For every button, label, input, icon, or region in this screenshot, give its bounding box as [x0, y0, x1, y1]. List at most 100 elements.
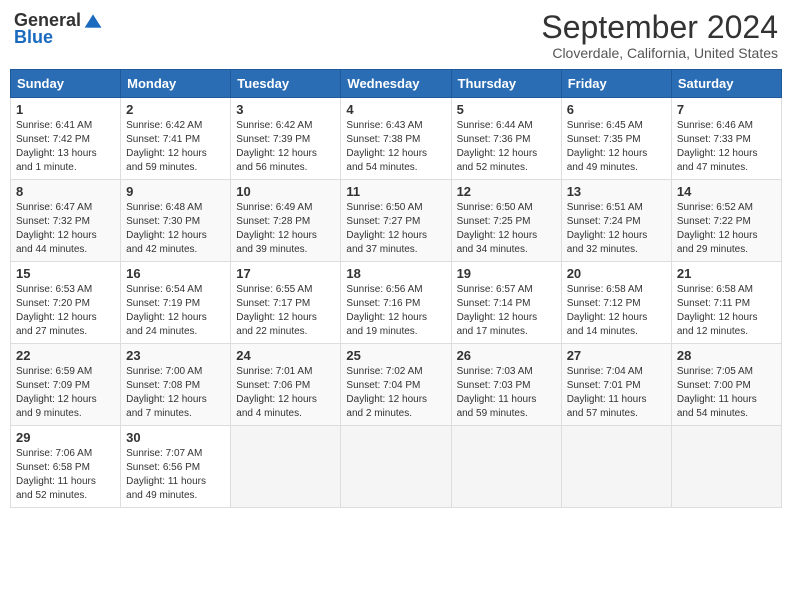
day-info: Sunrise: 6:54 AMSunset: 7:19 PMDaylight:… [126, 283, 225, 339]
day-info: Sunrise: 6:41 AMSunset: 7:42 PMDaylight:… [16, 119, 115, 175]
day-info: Sunrise: 7:01 AMSunset: 7:06 PMDaylight:… [236, 365, 335, 421]
header-saturday: Saturday [671, 70, 781, 98]
day-info: Sunrise: 7:00 AMSunset: 7:08 PMDaylight:… [126, 365, 225, 421]
logo-blue-text: Blue [14, 27, 53, 48]
day-number: 18 [346, 266, 445, 281]
location-text: Cloverdale, California, United States [541, 45, 778, 61]
calendar-cell [341, 426, 451, 508]
header-tuesday: Tuesday [231, 70, 341, 98]
calendar-cell [451, 426, 561, 508]
day-number: 22 [16, 348, 115, 363]
calendar-cell: 27 Sunrise: 7:04 AMSunset: 7:01 PMDayligh… [561, 344, 671, 426]
calendar-cell: 9Sunrise: 6:48 AMSunset: 7:30 PMDaylight… [121, 180, 231, 262]
calendar-cell: 2 Sunrise: 6:42 AMSunset: 7:41 PMDaylight… [121, 98, 231, 180]
calendar-cell: 8 Sunrise: 6:47 AMSunset: 7:32 PMDaylight… [11, 180, 121, 262]
day-number: 2 [126, 102, 225, 117]
day-info: Sunrise: 6:48 AMSunset: 7:30 PMDaylight:… [126, 201, 225, 257]
calendar-table: SundayMondayTuesdayWednesdayThursdayFrid… [10, 69, 782, 508]
day-number: 30 [126, 430, 225, 445]
calendar-cell: 24 Sunrise: 7:01 AMSunset: 7:06 PMDayligh… [231, 344, 341, 426]
day-info: Sunrise: 6:42 AMSunset: 7:39 PMDaylight:… [236, 119, 335, 175]
calendar-cell: 20Sunrise: 6:58 AMSunset: 7:12 PMDayligh… [561, 262, 671, 344]
day-info: Sunrise: 6:50 AMSunset: 7:27 PMDaylight:… [346, 201, 445, 257]
calendar-cell: 18 Sunrise: 6:56 AMSunset: 7:16 PMDayligh… [341, 262, 451, 344]
header-friday: Friday [561, 70, 671, 98]
day-number: 27 [567, 348, 666, 363]
day-info: Sunrise: 6:58 AMSunset: 7:12 PMDaylight:… [567, 283, 666, 339]
header-thursday: Thursday [451, 70, 561, 98]
day-info: Sunrise: 6:53 AMSunset: 7:20 PMDaylight:… [16, 283, 115, 339]
calendar-cell: 30 Sunrise: 7:07 AMSunset: 6:56 PMDayligh… [121, 426, 231, 508]
calendar-cell: 12 Sunrise: 6:50 AMSunset: 7:25 PMDayligh… [451, 180, 561, 262]
week-row-2: 8 Sunrise: 6:47 AMSunset: 7:32 PMDaylight… [11, 180, 782, 262]
day-number: 12 [457, 184, 556, 199]
day-number: 26 [457, 348, 556, 363]
day-number: 1 [16, 102, 115, 117]
day-info: Sunrise: 6:59 AMSunset: 7:09 PMDaylight:… [16, 365, 115, 421]
calendar-cell: 10 Sunrise: 6:49 AMSunset: 7:28 PMDayligh… [231, 180, 341, 262]
day-number: 6 [567, 102, 666, 117]
calendar-cell: 23 Sunrise: 7:00 AMSunset: 7:08 PMDayligh… [121, 344, 231, 426]
calendar-cell: 5 Sunrise: 6:44 AMSunset: 7:36 PMDaylight… [451, 98, 561, 180]
day-number: 17 [236, 266, 335, 281]
day-number: 7 [677, 102, 776, 117]
calendar-cell: 16 Sunrise: 6:54 AMSunset: 7:19 PMDayligh… [121, 262, 231, 344]
day-info: Sunrise: 6:47 AMSunset: 7:32 PMDaylight:… [16, 201, 115, 257]
header-sunday: Sunday [11, 70, 121, 98]
day-number: 11 [346, 184, 445, 199]
calendar-cell: 14Sunrise: 6:52 AMSunset: 7:22 PMDayligh… [671, 180, 781, 262]
day-info: Sunrise: 7:06 AMSunset: 6:58 PMDaylight:… [16, 447, 115, 503]
day-number: 5 [457, 102, 556, 117]
calendar-cell: 17Sunrise: 6:55 AMSunset: 7:17 PMDayligh… [231, 262, 341, 344]
day-number: 21 [677, 266, 776, 281]
day-number: 13 [567, 184, 666, 199]
day-info: Sunrise: 6:44 AMSunset: 7:36 PMDaylight:… [457, 119, 556, 175]
header-monday: Monday [121, 70, 231, 98]
day-info: Sunrise: 6:56 AMSunset: 7:16 PMDaylight:… [346, 283, 445, 339]
day-info: Sunrise: 6:46 AMSunset: 7:33 PMDaylight:… [677, 119, 776, 175]
day-number: 15 [16, 266, 115, 281]
day-number: 24 [236, 348, 335, 363]
calendar-cell: 11 Sunrise: 6:50 AMSunset: 7:27 PMDayligh… [341, 180, 451, 262]
calendar-cell: 3 Sunrise: 6:42 AMSunset: 7:39 PMDaylight… [231, 98, 341, 180]
logo-icon [83, 11, 103, 31]
day-info: Sunrise: 7:07 AMSunset: 6:56 PMDaylight:… [126, 447, 225, 503]
day-number: 8 [16, 184, 115, 199]
calendar-cell: 15 Sunrise: 6:53 AMSunset: 7:20 PMDayligh… [11, 262, 121, 344]
day-number: 14 [677, 184, 776, 199]
day-number: 28 [677, 348, 776, 363]
calendar-cell: 28 Sunrise: 7:05 AMSunset: 7:00 PMDayligh… [671, 344, 781, 426]
calendar-cell: 1 Sunrise: 6:41 AMSunset: 7:42 PMDaylight… [11, 98, 121, 180]
weekday-header-row: SundayMondayTuesdayWednesdayThursdayFrid… [11, 70, 782, 98]
calendar-cell: 29Sunrise: 7:06 AMSunset: 6:58 PMDayligh… [11, 426, 121, 508]
day-info: Sunrise: 6:50 AMSunset: 7:25 PMDaylight:… [457, 201, 556, 257]
day-info: Sunrise: 6:49 AMSunset: 7:28 PMDaylight:… [236, 201, 335, 257]
day-info: Sunrise: 7:05 AMSunset: 7:00 PMDaylight:… [677, 365, 776, 421]
day-info: Sunrise: 6:45 AMSunset: 7:35 PMDaylight:… [567, 119, 666, 175]
month-title: September 2024 [541, 10, 778, 45]
day-info: Sunrise: 7:03 AMSunset: 7:03 PMDaylight:… [457, 365, 556, 421]
day-number: 23 [126, 348, 225, 363]
calendar-cell [561, 426, 671, 508]
day-info: Sunrise: 6:42 AMSunset: 7:41 PMDaylight:… [126, 119, 225, 175]
day-info: Sunrise: 7:02 AMSunset: 7:04 PMDaylight:… [346, 365, 445, 421]
day-info: Sunrise: 7:04 AMSunset: 7:01 PMDaylight:… [567, 365, 666, 421]
calendar-cell [231, 426, 341, 508]
day-info: Sunrise: 6:57 AMSunset: 7:14 PMDaylight:… [457, 283, 556, 339]
calendar-cell: 19Sunrise: 6:57 AMSunset: 7:14 PMDayligh… [451, 262, 561, 344]
calendar-cell [671, 426, 781, 508]
calendar-cell: 13 Sunrise: 6:51 AMSunset: 7:24 PMDayligh… [561, 180, 671, 262]
calendar-cell: 6 Sunrise: 6:45 AMSunset: 7:35 PMDaylight… [561, 98, 671, 180]
calendar-cell: 26 Sunrise: 7:03 AMSunset: 7:03 PMDayligh… [451, 344, 561, 426]
calendar-cell: 21Sunrise: 6:58 AMSunset: 7:11 PMDayligh… [671, 262, 781, 344]
day-number: 3 [236, 102, 335, 117]
title-block: September 2024 Cloverdale, California, U… [541, 10, 778, 61]
day-info: Sunrise: 6:51 AMSunset: 7:24 PMDaylight:… [567, 201, 666, 257]
day-number: 10 [236, 184, 335, 199]
week-row-3: 15 Sunrise: 6:53 AMSunset: 7:20 PMDayligh… [11, 262, 782, 344]
week-row-1: 1 Sunrise: 6:41 AMSunset: 7:42 PMDaylight… [11, 98, 782, 180]
calendar-cell: 7 Sunrise: 6:46 AMSunset: 7:33 PMDaylight… [671, 98, 781, 180]
week-row-5: 29Sunrise: 7:06 AMSunset: 6:58 PMDayligh… [11, 426, 782, 508]
page-header: General Blue September 2024 Cloverdale, … [10, 10, 782, 61]
day-number: 16 [126, 266, 225, 281]
